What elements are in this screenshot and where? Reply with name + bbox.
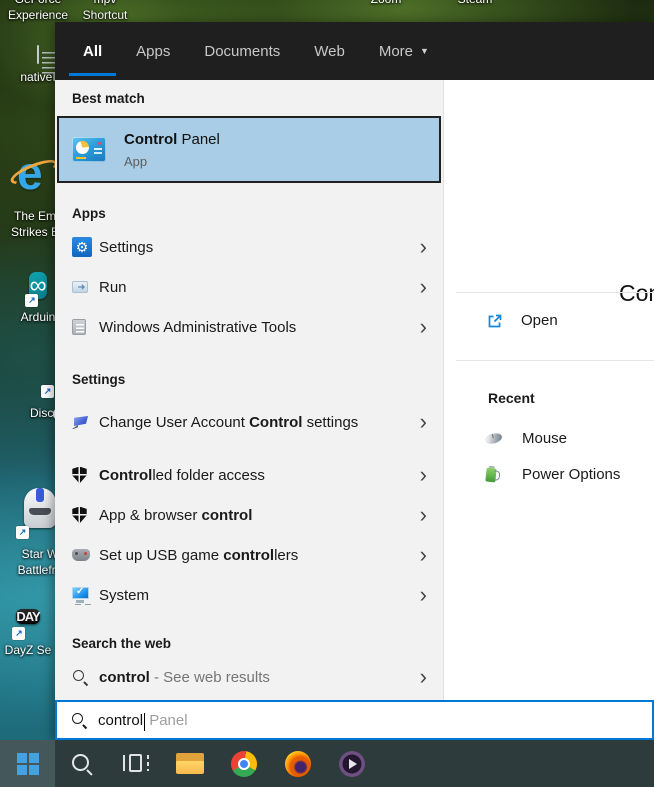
defender-shield-icon <box>72 466 87 484</box>
preview-panel: Control Panel Open Recent Mouse Power Op… <box>443 80 654 700</box>
chevron-right-icon[interactable] <box>420 317 427 337</box>
result-item-system[interactable]: System <box>55 575 443 615</box>
result-item-settings[interactable]: Settings <box>55 227 443 267</box>
text-document-icon <box>37 45 39 64</box>
section-header-settings: Settings <box>72 372 126 387</box>
chevron-right-icon[interactable] <box>420 465 427 485</box>
power-options-icon <box>485 467 497 482</box>
best-match-item[interactable]: Control Panel App <box>57 116 441 183</box>
uac-flag-icon <box>72 414 89 430</box>
search-icon <box>72 669 88 685</box>
game-controller-icon <box>72 549 90 561</box>
section-header-apps: Apps <box>72 206 106 221</box>
shortcut-arrow-icon <box>41 385 54 398</box>
result-item-admin-tools[interactable]: Windows Administrative Tools <box>55 307 443 347</box>
firefox-button[interactable] <box>271 740 325 787</box>
file-explorer-button[interactable] <box>163 740 217 787</box>
best-match-title: Control Panel <box>124 130 220 148</box>
shortcut-arrow-icon <box>25 294 39 307</box>
recent-item-label: Power Options <box>522 466 621 483</box>
chrome-icon <box>231 750 257 777</box>
desktop-label-steam: Steam <box>445 0 505 7</box>
preview-title: Control Panel <box>619 280 654 306</box>
tab-web[interactable]: Web <box>300 22 359 80</box>
mouse-icon <box>485 431 503 446</box>
internet-explorer-icon: e <box>7 148 61 198</box>
chevron-right-icon[interactable] <box>420 277 427 297</box>
start-button[interactable] <box>0 740 55 787</box>
folder-icon <box>176 753 204 774</box>
search-flyout: All Apps Documents Web More Best match C… <box>55 22 654 740</box>
result-item-app-browser-control[interactable]: App & browser control <box>55 495 443 535</box>
settings-gear-icon <box>72 237 92 257</box>
chevron-down-icon <box>420 46 429 56</box>
dayz-icon <box>16 609 40 624</box>
admin-tools-icon <box>72 319 86 335</box>
search-input-value: control <box>98 711 144 729</box>
best-match-subtitle: App <box>124 153 148 169</box>
chevron-right-icon[interactable] <box>420 505 427 525</box>
section-header-search-web: Search the web <box>72 636 172 651</box>
task-view-icon <box>123 754 149 773</box>
chevron-right-icon[interactable] <box>420 585 427 605</box>
desktop-label-zoom: Zoom <box>356 0 416 7</box>
recent-item-power-options[interactable]: Power Options <box>485 466 621 483</box>
firefox-icon <box>285 750 311 777</box>
taskbar-search-button[interactable] <box>55 740 109 787</box>
tab-apps[interactable]: Apps <box>122 22 184 80</box>
run-dialog-icon <box>72 281 88 293</box>
search-results-panel: Best match Control Panel App Apps Settin… <box>55 80 443 700</box>
divider <box>456 292 654 293</box>
control-panel-icon <box>72 137 106 162</box>
task-view-button[interactable] <box>109 740 163 787</box>
divider <box>456 360 654 361</box>
recent-header: Recent <box>488 390 535 406</box>
defender-shield-icon <box>72 506 87 524</box>
taskbar <box>0 740 654 787</box>
result-item-run[interactable]: Run <box>55 267 443 307</box>
tab-documents[interactable]: Documents <box>190 22 294 80</box>
desktop-label-geforce: GeForceExperience <box>7 0 69 22</box>
chrome-button[interactable] <box>217 740 271 787</box>
chevron-right-icon[interactable] <box>420 545 427 565</box>
desktop-label-mpv: mpvShortcut <box>82 0 128 22</box>
open-button[interactable]: Open <box>487 312 558 329</box>
shortcut-arrow-icon <box>16 526 29 539</box>
search-icon <box>71 712 87 728</box>
shortcut-arrow-icon <box>12 627 26 640</box>
tab-more[interactable]: More <box>365 22 443 80</box>
open-external-icon <box>488 314 502 327</box>
result-item-web-search[interactable]: control - See web results <box>55 657 443 697</box>
result-item-uac-settings[interactable]: Change User Account Control settings <box>55 393 443 451</box>
windows-logo-icon <box>16 752 39 775</box>
search-input-suggestion: Panel <box>145 711 188 729</box>
recent-item-label: Mouse <box>522 430 568 447</box>
system-monitor-icon <box>72 586 89 603</box>
search-input[interactable]: control Panel <box>55 700 654 740</box>
search-filter-tabs: All Apps Documents Web More <box>55 22 654 80</box>
search-icon <box>70 752 94 776</box>
tab-all[interactable]: All <box>69 22 117 80</box>
desktop-icon-dayz[interactable]: DayZ Se <box>0 597 63 658</box>
recent-item-mouse[interactable]: Mouse <box>485 430 568 447</box>
open-label: Open <box>521 312 558 329</box>
media-player-button[interactable] <box>325 740 379 787</box>
chevron-right-icon[interactable] <box>420 237 427 257</box>
media-player-icon <box>339 750 365 777</box>
result-item-usb-game-controllers[interactable]: Set up USB game controllers <box>55 535 443 575</box>
chevron-right-icon[interactable] <box>420 667 427 687</box>
chevron-right-icon[interactable] <box>420 412 427 432</box>
result-item-controlled-folder-access[interactable]: Controlled folder access <box>55 455 443 495</box>
star-wars-battlefront-icon <box>16 486 60 539</box>
section-header-best-match: Best match <box>72 91 145 106</box>
